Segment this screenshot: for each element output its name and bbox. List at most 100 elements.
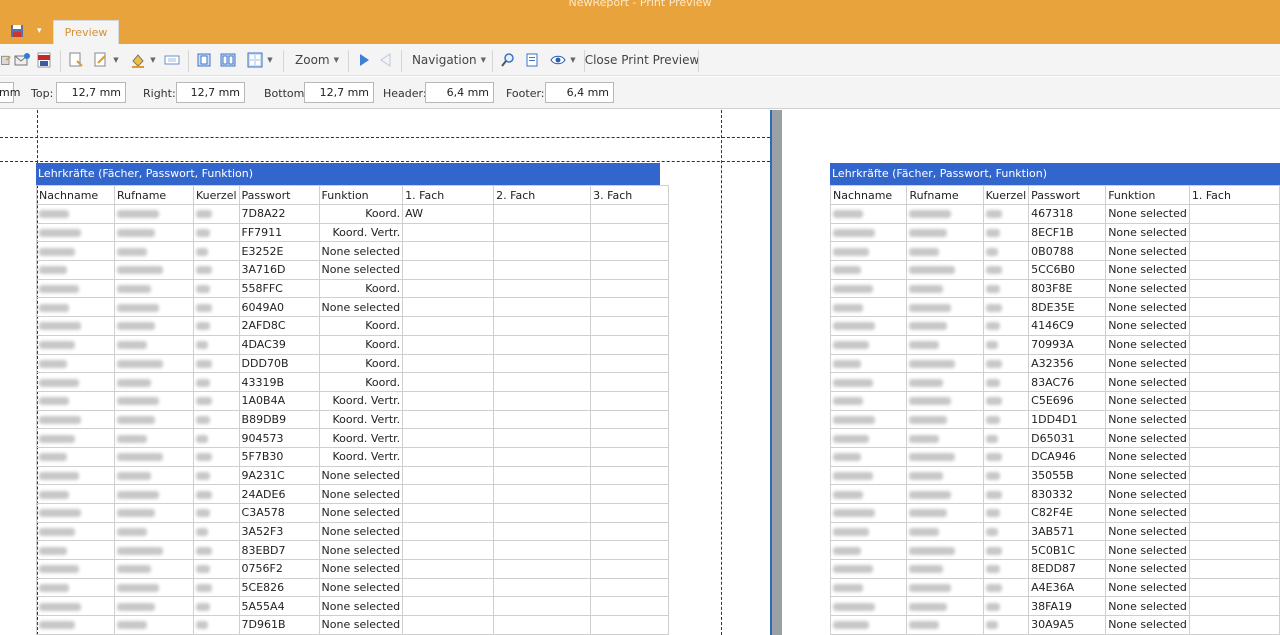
funktion-cell: None selected	[1105, 390, 1190, 411]
top-margin-field[interactable]: 12,7 mm	[56, 82, 126, 103]
navigation-button[interactable]: Navigation ▼	[409, 50, 489, 70]
fach-cell	[1188, 540, 1280, 561]
right-margin-field[interactable]: 12,7 mm	[176, 82, 245, 103]
fach-cell	[402, 297, 495, 318]
email-icon[interactable]	[12, 50, 32, 70]
multi-page-icon[interactable]: ▼	[242, 50, 278, 70]
redacted-text	[196, 434, 208, 443]
passwort-cell: A32356	[1028, 353, 1107, 374]
kuerzel-cell	[193, 615, 240, 635]
nachname-cell	[829, 241, 908, 262]
rufname-cell	[906, 484, 984, 504]
kuerzel-cell	[193, 353, 240, 374]
fach-cell	[590, 241, 670, 262]
redacted-text	[985, 397, 1002, 406]
nachname-cell	[829, 372, 908, 392]
passwort-cell: 38FA19	[1028, 596, 1107, 617]
rufname-cell	[114, 241, 194, 262]
fach-cell	[402, 465, 495, 486]
redacted-text	[196, 453, 212, 462]
footer-margin-field[interactable]: 6,4 mm	[545, 82, 614, 103]
single-page-icon[interactable]	[194, 50, 214, 70]
kuerzel-cell	[982, 446, 1030, 467]
redacted-text	[985, 546, 1002, 555]
previous-page-icon[interactable]	[376, 50, 396, 70]
funktion-cell: None selected	[1105, 615, 1190, 635]
page-color-icon[interactable]	[162, 50, 182, 70]
fach-cell	[493, 222, 592, 243]
eye-icon[interactable]: ▼	[546, 50, 580, 70]
fach-cell	[402, 577, 495, 598]
column-header: 1. Fach	[1188, 185, 1280, 205]
pdf-icon[interactable]	[34, 50, 54, 70]
next-page-icon[interactable]	[354, 50, 374, 70]
fach-cell	[493, 559, 592, 579]
left-margin-field[interactable]: mm	[0, 82, 20, 103]
table-row: DDD70B Koord.	[36, 353, 670, 374]
redacted-text	[909, 266, 956, 275]
fach-cell	[402, 316, 495, 336]
table-row: 904573 Koord. Vertr.	[36, 428, 670, 448]
rufname-cell	[906, 559, 984, 579]
nachname-cell	[36, 222, 115, 243]
passwort-cell: 35055B	[1028, 465, 1107, 486]
bottom-margin-field[interactable]: 12,7 mm	[304, 82, 374, 103]
window-title: NewReport - Print Preview	[568, 0, 712, 9]
redacted-text	[196, 565, 210, 574]
watermark-icon[interactable]: ▼	[90, 50, 122, 70]
report-table: Nachname Rufname Kuerzel Passwort Funktion 1.…	[829, 185, 1280, 635]
table-row: 35055B None selected	[829, 465, 1280, 486]
fach-cell	[590, 353, 670, 374]
table-row: 8DE35E None selected	[829, 297, 1280, 318]
table-row: 467318 None selected	[829, 204, 1280, 224]
funktion-cell: None selected	[1105, 484, 1190, 504]
fach-cell	[402, 559, 495, 579]
redacted-text	[909, 285, 944, 294]
redacted-text	[117, 210, 159, 219]
close-print-preview-button[interactable]: Close Print Preview	[585, 50, 700, 70]
quick-access-save-icon[interactable]	[10, 20, 24, 42]
table-row: 9A231C None selected	[36, 465, 670, 486]
fach-cell	[1188, 446, 1280, 467]
fill-color-icon[interactable]: ▼	[127, 50, 159, 70]
fach-cell	[402, 615, 495, 635]
tab-preview[interactable]: Preview	[53, 20, 119, 44]
rufname-cell	[906, 540, 984, 561]
zoom-button[interactable]: Zoom ▼	[289, 50, 345, 70]
fach-cell	[493, 484, 592, 504]
kuerzel-cell	[193, 372, 240, 392]
passwort-cell: 5F7B30	[238, 446, 320, 467]
header-margin-field[interactable]: 6,4 mm	[425, 82, 494, 103]
rufname-cell	[114, 353, 194, 374]
table-row: 0B0788 None selected	[829, 241, 1280, 262]
fach-cell	[590, 334, 670, 355]
redacted-text	[117, 584, 159, 593]
redacted-text	[117, 490, 159, 499]
fach-cell	[590, 428, 670, 448]
quick-access-dropdown-icon[interactable]: ▾	[37, 26, 42, 36]
kuerzel-cell	[193, 409, 240, 430]
hand-tool-icon[interactable]	[522, 50, 542, 70]
funktion-cell: None selected	[1105, 465, 1190, 486]
table-row: 5CC6B0 None selected	[829, 260, 1280, 280]
redacted-text	[985, 266, 1002, 275]
nachname-cell	[36, 260, 115, 280]
redacted-text	[985, 471, 1000, 480]
fach-cell	[1188, 521, 1280, 542]
header-margin-label: Header:	[383, 87, 427, 100]
report-title: Lehrkräfte (Fächer, Passwort, Funktion)	[36, 163, 660, 185]
page-setup-icon[interactable]	[66, 50, 86, 70]
redacted-text	[196, 341, 208, 350]
nachname-cell	[829, 353, 908, 374]
magnifier-icon[interactable]	[498, 50, 518, 70]
redacted-text	[909, 471, 944, 480]
two-pages-icon[interactable]	[218, 50, 238, 70]
nachname-cell	[36, 297, 115, 318]
fach-cell	[493, 297, 592, 318]
kuerzel-cell	[193, 465, 240, 486]
fach-cell	[1188, 334, 1280, 355]
export-icon[interactable]	[0, 50, 12, 70]
funktion-cell: None selected	[318, 596, 404, 617]
passwort-cell: 803F8E	[1028, 278, 1107, 299]
column-header: Rufname	[114, 185, 194, 205]
